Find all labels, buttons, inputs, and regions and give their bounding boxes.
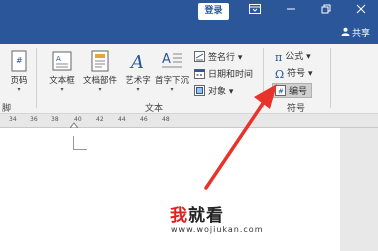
watermark-logo: 我就看 <box>170 201 224 226</box>
watermark-url: www.wojiukan.com <box>171 225 264 234</box>
watermark-part1: 我 <box>170 206 188 226</box>
watermark-part2: 就看 <box>188 206 224 226</box>
